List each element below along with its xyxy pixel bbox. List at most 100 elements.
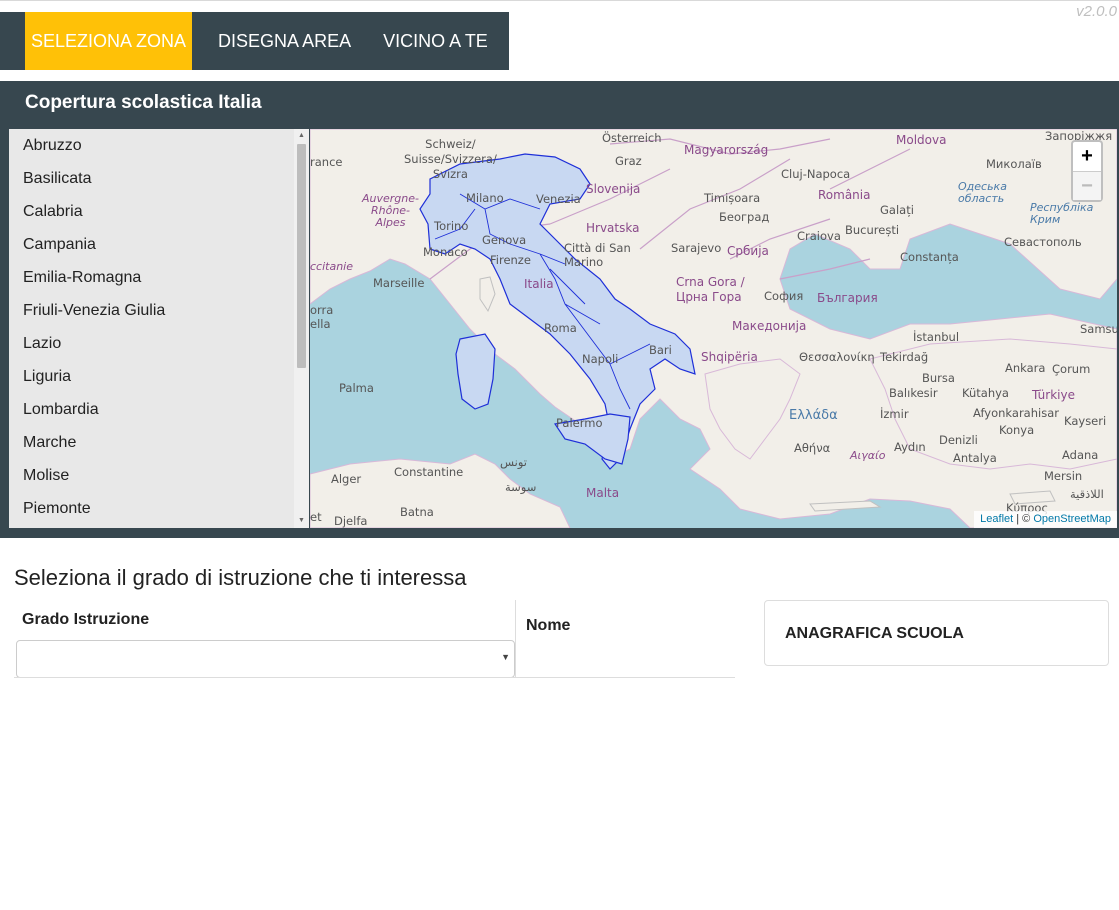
map-label-athina: Αθήνα xyxy=(794,441,831,455)
map-label-bari: Bari xyxy=(649,343,672,357)
map-label-adana: Adana xyxy=(1062,448,1099,462)
map-label-sousse: سوسة xyxy=(505,480,537,494)
region-item-marche[interactable]: Marche xyxy=(9,426,309,459)
map-label-srbija: Србија xyxy=(727,244,769,258)
map-label-france-edge: rance xyxy=(310,155,343,169)
map-label-occitanie: ccitanie xyxy=(310,260,354,273)
map-label-milano: Milano xyxy=(466,191,504,205)
openstreetmap-link[interactable]: OpenStreetMap xyxy=(1033,513,1111,525)
region-item-campania[interactable]: Campania xyxy=(9,228,309,261)
region-item-lombardia[interactable]: Lombardia xyxy=(9,393,309,426)
map-label-kayseri: Kayseri xyxy=(1064,414,1107,428)
map-label-napoli: Napoli xyxy=(582,352,619,366)
map-label-konya: Konya xyxy=(999,423,1035,437)
map-label-torino: Torino xyxy=(434,219,469,233)
map-label-sarajevo: Sarajevo xyxy=(671,241,722,255)
map-label-roma: Roma xyxy=(544,321,577,335)
map-label-shqiperia: Shqipëria xyxy=(701,350,758,364)
map-label-palma: Palma xyxy=(339,381,374,395)
grade-label: Grado Istruzione xyxy=(22,611,150,628)
map-label-sofia: София xyxy=(764,289,804,303)
map-label-romania: România xyxy=(818,188,871,202)
zoom-out-button[interactable]: − xyxy=(1073,171,1101,200)
name-label: Nome xyxy=(526,617,571,634)
map-label-kutahya: Kütahya xyxy=(962,386,1009,400)
top-rule xyxy=(0,0,1119,1)
map-label-alger: Alger xyxy=(331,472,362,486)
map-label-moldova: Moldova xyxy=(896,133,947,147)
map-label-sevastopol: Севастополь xyxy=(1004,235,1082,249)
scroll-thumb[interactable] xyxy=(297,144,306,368)
map-label-aydin: Aydın xyxy=(894,440,926,454)
map-label-tekirdag: Tekirdağ xyxy=(880,350,929,364)
map-label-citta-sm: Città di San Marino xyxy=(564,241,631,269)
map-zoom-control: + − xyxy=(1071,140,1103,202)
map-label-corum: Çorum xyxy=(1052,362,1091,376)
scroll-down-arrow-icon[interactable]: ▼ xyxy=(294,514,309,528)
map-label-afyon: Afyonkarahisar xyxy=(973,406,1059,420)
map-view[interactable]: Österreich Schweiz/ Suisse/Svizzera/ Svi… xyxy=(310,129,1117,528)
map-label-balikesir: Balıkesir xyxy=(889,386,938,400)
grade-column: Grado Istruzione ▼ xyxy=(14,600,516,678)
coverage-panel: Copertura scolastica Italia Abruzzo Basi… xyxy=(0,81,1119,538)
map-label-istanbul: İstanbul xyxy=(913,330,960,344)
map-label-magyarorszag: Magyarország xyxy=(684,143,769,157)
grade-divider xyxy=(14,677,517,678)
map-label-thessaloniki: Θεσσαλονίκη xyxy=(799,350,875,364)
tab-disegna-area[interactable]: DISEGNA AREA xyxy=(202,12,367,70)
map-label-auvergne: Auvergne- Rhône- Alpes xyxy=(362,192,419,229)
main-navbar: SELEZIONA ZONA DISEGNA AREA VICINO A TE xyxy=(0,12,509,70)
map-label-corsica-edge: orra ella xyxy=(310,303,334,331)
scroll-up-arrow-icon[interactable]: ▲ xyxy=(294,129,309,143)
school-registry-card: ANAGRAFICA SCUOLA xyxy=(764,600,1109,666)
school-registry-title: ANAGRAFICA SCUOLA xyxy=(785,625,964,642)
region-list-scrollbar[interactable]: ▲ ▼ xyxy=(294,129,309,528)
map-label-ankara: Ankara xyxy=(1005,361,1046,375)
region-list[interactable]: Abruzzo Basilicata Calabria Campania Emi… xyxy=(9,129,309,528)
map-label-genova: Genova xyxy=(482,233,527,247)
map-label-graz: Graz xyxy=(615,154,642,168)
map-label-odeska: Одеська область xyxy=(958,180,1007,205)
map-label-izmir: İzmir xyxy=(880,407,909,421)
map-label-samsun: Samsu xyxy=(1080,322,1117,336)
region-item-calabria[interactable]: Calabria xyxy=(9,195,309,228)
map-label-monaco: Monaco xyxy=(423,245,468,259)
map-label-palermo: Palermo xyxy=(556,416,603,430)
panel-title: Copertura scolastica Italia xyxy=(25,92,262,113)
map-label-schweiz: Schweiz/ Suisse/Svizzera/ Svizra xyxy=(404,137,497,181)
map-label-malta: Malta xyxy=(586,486,620,500)
map-label-makedonija: Македонија xyxy=(732,319,807,333)
region-item-molise[interactable]: Molise xyxy=(9,459,309,492)
region-item-lazio[interactable]: Lazio xyxy=(9,327,309,360)
region-item-friuli-venezia-giulia[interactable]: Friuli-Venezia Giulia xyxy=(9,294,309,327)
map-attribution: Leaflet | © OpenStreetMap xyxy=(974,511,1117,528)
map-label-ellada: Ελλάδα xyxy=(789,408,838,423)
attribution-separator: | © xyxy=(1013,513,1034,525)
map-label-et-edge: et xyxy=(310,510,322,524)
grade-select[interactable]: ▼ xyxy=(16,640,515,678)
map-label-mykolaiv: Миколаїв xyxy=(986,157,1042,171)
map-label-batna: Batna xyxy=(400,505,434,519)
map-label-firenze: Firenze xyxy=(490,253,531,267)
map-label-marseille: Marseille xyxy=(373,276,425,290)
map-label-venezia: Venezia xyxy=(536,192,581,206)
map-label-bursa: Bursa xyxy=(922,371,955,385)
map-label-cluj: Cluj-Napoca xyxy=(781,167,851,181)
map-label-latakia: اللاذقية xyxy=(1070,487,1104,501)
leaflet-link[interactable]: Leaflet xyxy=(980,513,1013,525)
map-label-slovenija: Slovenija xyxy=(586,182,641,196)
version-label: v2.0.0 xyxy=(1076,3,1117,20)
tab-seleziona-zona[interactable]: SELEZIONA ZONA xyxy=(25,12,193,70)
region-item-liguria[interactable]: Liguria xyxy=(9,360,309,393)
tab-vicino-a-te[interactable]: VICINO A TE xyxy=(367,12,504,70)
map-label-constantine: Constantine xyxy=(394,465,464,479)
map-label-craiova: Craiova xyxy=(797,229,841,243)
zoom-in-button[interactable]: + xyxy=(1073,142,1101,171)
map-label-antalya: Antalya xyxy=(953,451,997,465)
map-label-djelfa: Djelfa xyxy=(334,514,368,528)
region-item-emilia-romagna[interactable]: Emilia-Romagna xyxy=(9,261,309,294)
region-item-basilicata[interactable]: Basilicata xyxy=(9,162,309,195)
grade-section-title: Seleziona il grado di istruzione che ti … xyxy=(14,565,467,590)
region-item-abruzzo[interactable]: Abruzzo xyxy=(9,129,309,162)
region-item-piemonte[interactable]: Piemonte xyxy=(9,492,309,525)
